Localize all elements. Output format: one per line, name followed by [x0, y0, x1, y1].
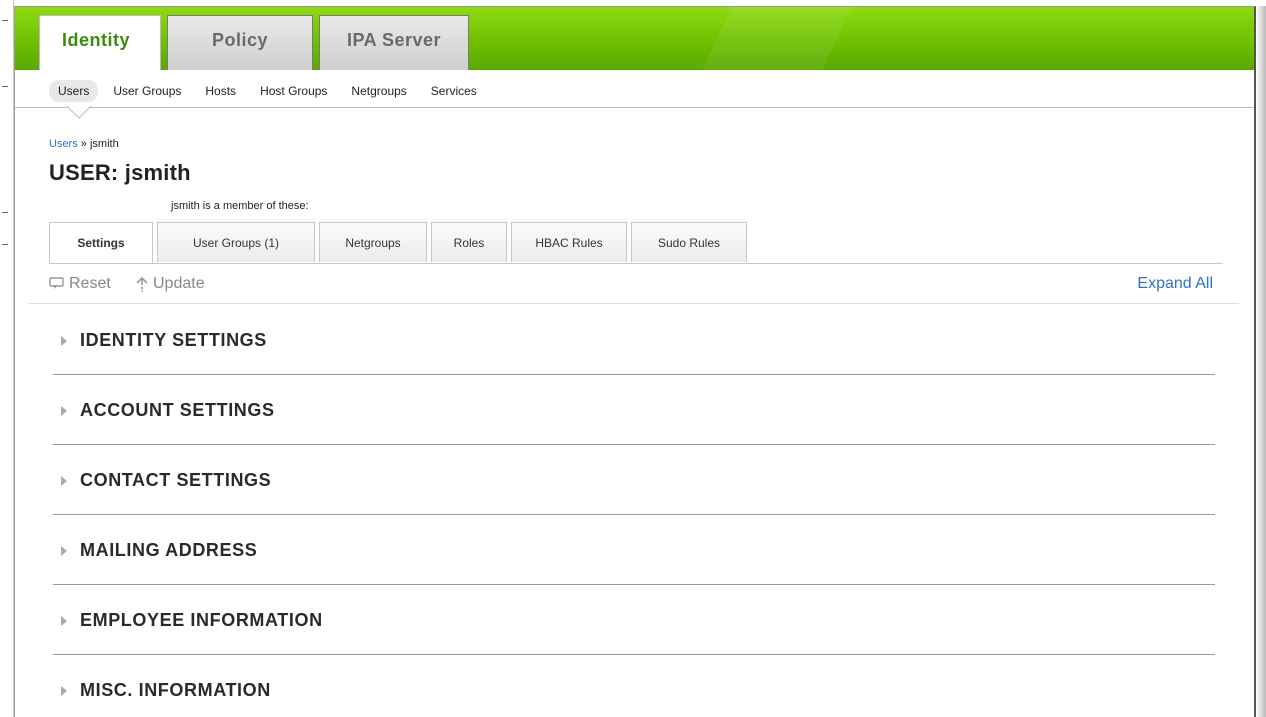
expand-triangle-icon: [61, 616, 67, 626]
facet-tabs-divider: [49, 263, 1223, 264]
expand-triangle-icon: [61, 686, 67, 696]
section-mailing-address[interactable]: MAILING ADDRESS: [53, 515, 1215, 585]
expand-triangle-icon: [61, 546, 67, 556]
edge-mark: [2, 20, 8, 21]
subnav-services[interactable]: Services: [422, 80, 486, 102]
breadcrumb-separator: »: [77, 138, 90, 150]
section-title: CONTACT SETTINGS: [80, 470, 272, 490]
reset-label: Reset: [69, 275, 111, 292]
expand-all-link[interactable]: Expand All: [1137, 275, 1213, 293]
facet-tabs: Settings User Groups (1) Netgroups Roles…: [49, 222, 747, 264]
sub-navigation: Users User Groups Hosts Host Groups Netg…: [15, 70, 1254, 108]
facet-tab-user-groups[interactable]: User Groups (1): [157, 222, 315, 262]
update-label: Update: [153, 275, 205, 292]
subnav-user-groups[interactable]: User Groups: [104, 80, 190, 102]
window-right-shadow: [1256, 6, 1266, 717]
facet-tab-settings[interactable]: Settings: [49, 222, 153, 264]
toolbar-divider: [29, 303, 1239, 304]
tab-identity[interactable]: Identity: [39, 15, 161, 70]
subnav-netgroups[interactable]: Netgroups: [342, 80, 415, 102]
section-employee-information[interactable]: EMPLOYEE INFORMATION: [53, 585, 1215, 655]
section-contact-settings[interactable]: CONTACT SETTINGS: [53, 445, 1215, 515]
tab-ipa-server[interactable]: IPA Server: [319, 15, 469, 70]
settings-sections: IDENTITY SETTINGS ACCOUNT SETTINGS CONTA…: [53, 305, 1215, 717]
breadcrumb: Users » jsmith: [49, 138, 119, 150]
section-title: ACCOUNT SETTINGS: [80, 400, 275, 420]
subnav-users[interactable]: Users: [49, 80, 99, 102]
tab-policy[interactable]: Policy: [167, 15, 313, 70]
details-toolbar: Reset Update Expand All: [49, 275, 1213, 297]
page-title: USER: jsmith: [49, 160, 191, 185]
subnav-hosts[interactable]: Hosts: [196, 80, 245, 102]
facet-tab-netgroups[interactable]: Netgroups: [319, 222, 427, 262]
update-button[interactable]: Update: [135, 275, 205, 293]
section-identity-settings[interactable]: IDENTITY SETTINGS: [53, 305, 1215, 375]
breadcrumb-current: jsmith: [89, 138, 119, 150]
top-tabs: Identity Policy IPA Server: [39, 15, 469, 70]
update-arrow-icon: [136, 276, 148, 292]
edge-mark: [2, 86, 8, 87]
facet-tab-hbac-rules[interactable]: HBAC Rules: [511, 222, 627, 262]
edge-mark: [2, 244, 8, 245]
reset-icon: [49, 277, 64, 289]
facet-tab-roles[interactable]: Roles: [431, 222, 507, 262]
breadcrumb-users-link[interactable]: Users: [49, 138, 78, 150]
expand-triangle-icon: [61, 476, 67, 486]
section-title: MISC. INFORMATION: [80, 680, 271, 700]
section-title: EMPLOYEE INFORMATION: [80, 610, 323, 630]
section-title: IDENTITY SETTINGS: [80, 330, 267, 350]
expand-triangle-icon: [61, 336, 67, 346]
facet-tab-sudo-rules[interactable]: Sudo Rules: [631, 222, 747, 262]
edge-mark: [2, 212, 8, 213]
header-bar: Identity Policy IPA Server: [15, 7, 1254, 70]
subnav-host-groups[interactable]: Host Groups: [251, 80, 336, 102]
section-title: MAILING ADDRESS: [80, 540, 258, 560]
section-account-settings[interactable]: ACCOUNT SETTINGS: [53, 375, 1215, 445]
ipa-web-ui: Identity Policy IPA Server Users User Gr…: [14, 6, 1256, 717]
member-of-note: jsmith is a member of these:: [171, 200, 309, 212]
reset-button[interactable]: Reset: [49, 275, 111, 293]
section-misc-information[interactable]: MISC. INFORMATION: [53, 655, 1215, 717]
active-subnav-pointer: [67, 106, 91, 119]
expand-triangle-icon: [61, 406, 67, 416]
window-left-edge: [0, 0, 14, 717]
